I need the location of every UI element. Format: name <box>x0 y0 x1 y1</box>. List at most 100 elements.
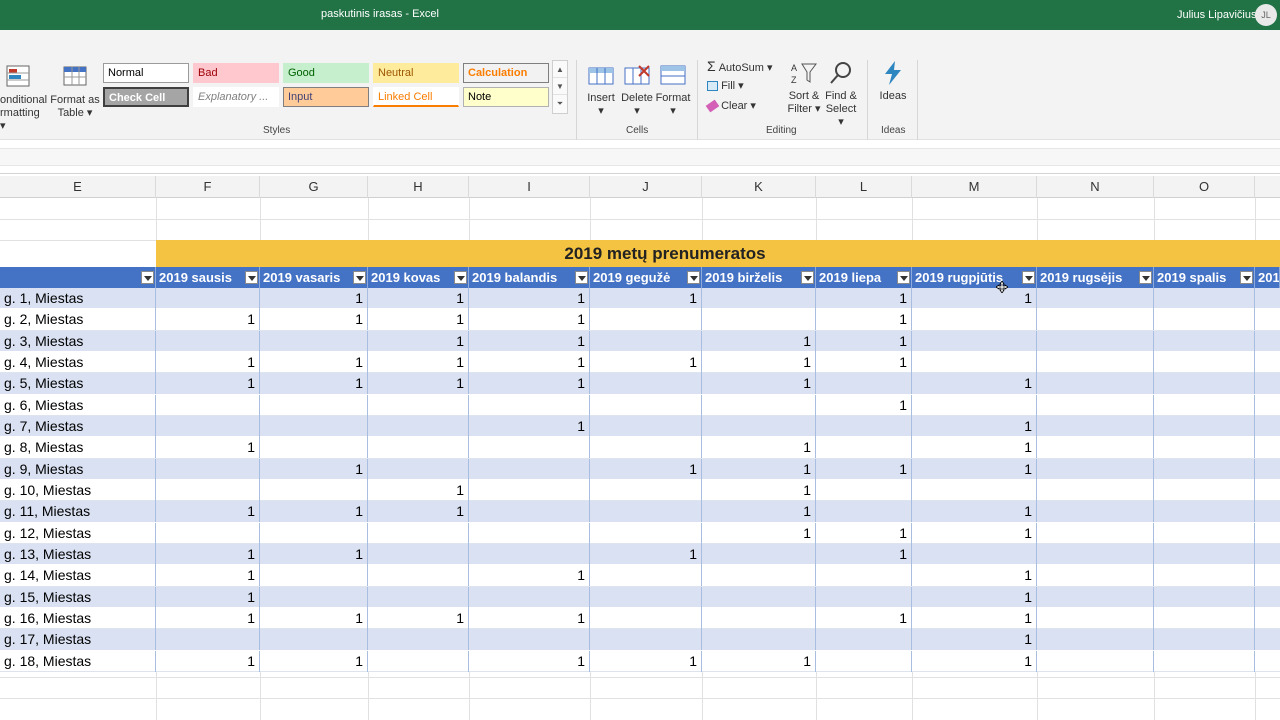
table-cell[interactable] <box>1255 523 1280 544</box>
table-cell[interactable]: 1 <box>260 373 368 395</box>
table-cell[interactable] <box>1255 608 1280 629</box>
table-cell[interactable]: 1 <box>912 565 1037 587</box>
table-cell[interactable] <box>1037 351 1154 373</box>
table-cell[interactable]: 1 <box>156 586 260 608</box>
table-cell[interactable] <box>1154 543 1255 565</box>
table-cell[interactable]: 1 <box>368 373 469 395</box>
table-cell[interactable] <box>912 351 1037 373</box>
column-header-O[interactable]: O <box>1154 176 1255 198</box>
cell-style-1[interactable]: Bad <box>193 63 279 83</box>
fill-button[interactable]: Fill ▾ <box>707 80 757 93</box>
table-cell[interactable] <box>1037 458 1154 480</box>
table-cell[interactable] <box>1154 479 1255 501</box>
filter-dropdown-icon[interactable] <box>245 271 258 284</box>
table-cell[interactable] <box>590 565 702 587</box>
table-cell[interactable] <box>1037 288 1154 309</box>
table-cell[interactable]: 1 <box>469 373 590 395</box>
table-cell[interactable] <box>1037 650 1154 672</box>
table-cell[interactable] <box>1255 309 1280 330</box>
table-cell[interactable]: 1 <box>260 650 368 672</box>
table-cell[interactable]: 1 <box>368 309 469 331</box>
table-cell[interactable]: 1 <box>912 415 1037 437</box>
table-cell[interactable] <box>702 629 816 651</box>
table-cell[interactable] <box>156 522 260 544</box>
table-cell[interactable] <box>469 479 590 501</box>
table-cell[interactable] <box>590 479 702 501</box>
table-cell[interactable] <box>156 458 260 480</box>
table-cell[interactable] <box>469 394 590 416</box>
table-cell[interactable]: 1 <box>156 501 260 523</box>
table-cell[interactable] <box>368 394 469 416</box>
table-cell[interactable]: 1 <box>260 543 368 565</box>
table-cell[interactable] <box>590 309 702 331</box>
table-cell[interactable] <box>1037 522 1154 544</box>
table-cell[interactable] <box>1255 544 1280 565</box>
column-header-K[interactable]: K <box>702 176 816 198</box>
table-cell[interactable] <box>1255 416 1280 437</box>
table-cell[interactable] <box>1154 650 1255 672</box>
table-cell[interactable] <box>1255 629 1280 650</box>
insert-button[interactable]: Insert ▾ <box>584 62 618 118</box>
table-cell[interactable] <box>912 309 1037 331</box>
row-address-cell[interactable]: g. 17, Miestas <box>0 629 156 651</box>
table-cell[interactable] <box>702 607 816 629</box>
table-cell[interactable]: 1 <box>590 288 702 309</box>
cell-style-8[interactable]: Linked Cell <box>373 87 459 107</box>
table-cell[interactable] <box>702 394 816 416</box>
table-cell[interactable] <box>590 394 702 416</box>
table-cell[interactable]: 1 <box>368 330 469 352</box>
table-cell[interactable] <box>368 565 469 587</box>
row-address-cell[interactable]: g. 6, Miestas <box>0 394 156 416</box>
table-cell[interactable] <box>1154 437 1255 459</box>
table-cell[interactable]: 1 <box>590 458 702 480</box>
table-cell[interactable] <box>260 629 368 651</box>
column-header-J[interactable]: J <box>590 176 702 198</box>
table-cell[interactable]: 1 <box>469 351 590 373</box>
table-cell[interactable] <box>1154 288 1255 309</box>
table-cell[interactable]: 1 <box>912 373 1037 395</box>
table-cell[interactable] <box>368 586 469 608</box>
table-cell[interactable] <box>702 288 816 309</box>
table-cell[interactable] <box>1255 395 1280 416</box>
table-cell[interactable]: 1 <box>368 501 469 523</box>
column-header-F[interactable]: F <box>156 176 260 198</box>
table-cell[interactable]: 1 <box>156 607 260 629</box>
row-address-cell[interactable]: g. 15, Miestas <box>0 586 156 608</box>
table-cell[interactable] <box>702 565 816 587</box>
table-cell[interactable] <box>590 330 702 352</box>
table-cell[interactable] <box>1154 394 1255 416</box>
table-cell[interactable] <box>1154 458 1255 480</box>
table-cell[interactable] <box>260 415 368 437</box>
table-cell[interactable] <box>1255 288 1280 309</box>
table-cell[interactable] <box>1255 480 1280 501</box>
sort-filter-button[interactable]: A Z Sort & Filter ▾ <box>786 60 822 116</box>
table-cell[interactable] <box>590 629 702 651</box>
cell-style-9[interactable]: Note <box>463 87 549 107</box>
filter-dropdown-icon[interactable] <box>1139 271 1152 284</box>
table-cell[interactable] <box>1037 394 1154 416</box>
table-cell[interactable] <box>368 458 469 480</box>
gallery-up-icon[interactable]: ▲ <box>553 61 567 78</box>
table-cell[interactable] <box>912 543 1037 565</box>
table-cell[interactable] <box>469 629 590 651</box>
table-cell[interactable] <box>912 330 1037 352</box>
table-cell[interactable] <box>1154 565 1255 587</box>
row-address-cell[interactable]: g. 16, Miestas <box>0 607 156 629</box>
find-select-button[interactable]: Find & Select ▾ <box>822 60 860 129</box>
table-cell[interactable]: 1 <box>469 607 590 629</box>
table-cell[interactable] <box>1154 309 1255 331</box>
table-cell[interactable] <box>590 415 702 437</box>
table-cell[interactable] <box>1255 352 1280 373</box>
column-header-E[interactable]: E <box>0 176 156 198</box>
table-cell[interactable] <box>590 586 702 608</box>
format-button[interactable]: Format ▾ <box>655 62 691 118</box>
table-cell[interactable] <box>1154 501 1255 523</box>
table-cell[interactable] <box>260 437 368 459</box>
table-cell[interactable] <box>1037 607 1154 629</box>
column-header-M[interactable]: M <box>912 176 1037 198</box>
table-cell[interactable]: 1 <box>912 501 1037 523</box>
table-cell[interactable] <box>368 437 469 459</box>
table-cell[interactable]: 1 <box>260 501 368 523</box>
filter-dropdown-icon[interactable] <box>575 271 588 284</box>
table-cell[interactable] <box>912 394 1037 416</box>
